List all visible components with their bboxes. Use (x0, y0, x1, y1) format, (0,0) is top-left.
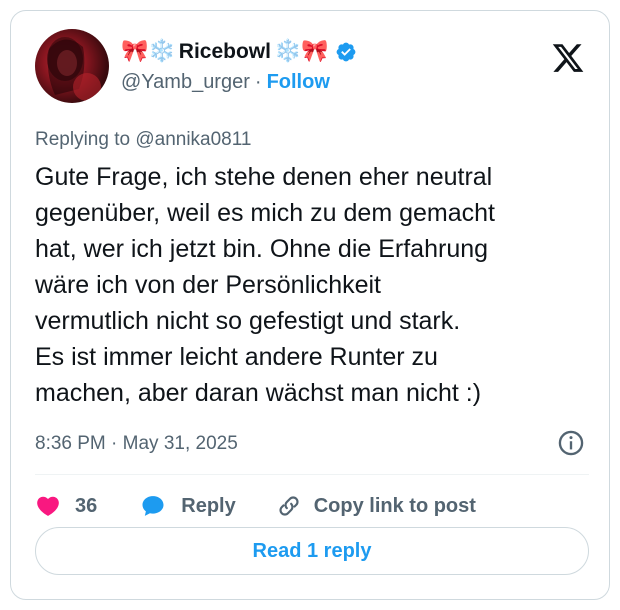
tweet-text: Gute Frage, ich stehe denen eher neutral… (35, 163, 495, 407)
copy-link-button[interactable]: Copy link to post (276, 493, 476, 519)
avatar-photo (47, 37, 101, 101)
name-decoration-suffix: ❄️🎀 (273, 39, 329, 64)
name-decoration-prefix: 🎀❄️ (121, 39, 176, 64)
replying-to-label: Replying to (35, 129, 131, 150)
tweet-timestamp[interactable]: 8:36 PM · May 31, 2025 (35, 433, 238, 455)
follow-button[interactable]: Follow (267, 71, 330, 94)
read-replies-button[interactable]: Read 1 reply (35, 527, 589, 575)
divider (35, 474, 589, 475)
reply-label: Reply (181, 494, 236, 517)
author-name-row[interactable]: 🎀❄️ Ricebowl ❄️🎀 (121, 37, 357, 67)
tweet-card: 🎀❄️ Ricebowl ❄️🎀 @Yamb_urger · Follow Re… (10, 10, 610, 600)
author-avatar[interactable] (35, 29, 109, 103)
verified-badge-icon (336, 42, 356, 62)
x-logo-icon[interactable] (551, 41, 585, 75)
heart-icon (37, 496, 59, 516)
action-bar: 36 Reply Copy link to post (35, 483, 476, 529)
replying-to-line: Replying to @annika0811 (35, 129, 251, 151)
info-icon[interactable] (557, 429, 585, 457)
like-count: 36 (75, 494, 98, 517)
author-handle-row: @Yamb_urger · Follow (121, 71, 330, 94)
tweet-meta-row: 8:36 PM · May 31, 2025 (35, 429, 589, 459)
author-display-name[interactable]: Ricebowl (179, 40, 271, 64)
copy-link-label: Copy link to post (313, 494, 476, 517)
separator-dot: · (254, 71, 262, 93)
replying-to-mention[interactable]: @annika0811 (135, 129, 251, 150)
author-handle[interactable]: @Yamb_urger (121, 71, 250, 94)
link-icon (279, 496, 299, 516)
like-button[interactable]: 36 (35, 493, 97, 519)
tweet-header: 🎀❄️ Ricebowl ❄️🎀 @Yamb_urger · Follow (35, 29, 589, 119)
reply-bubble-icon (142, 496, 164, 516)
reply-button[interactable]: Reply (139, 492, 236, 520)
